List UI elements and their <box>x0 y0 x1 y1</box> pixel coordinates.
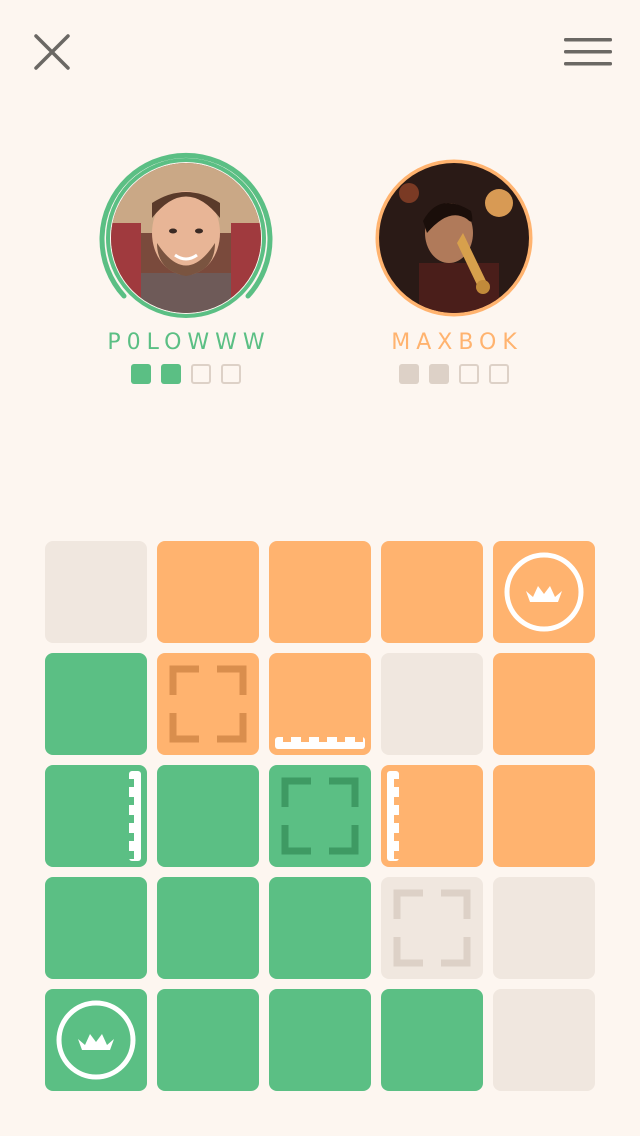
close-icon <box>34 34 70 70</box>
board-cell-green[interactable] <box>157 877 259 979</box>
player-2-score <box>354 364 554 384</box>
board-cell-neutral[interactable] <box>381 653 483 755</box>
cell-corners-icon <box>169 665 247 743</box>
score-box-filled <box>131 364 151 384</box>
board-cell-neutral[interactable] <box>45 541 147 643</box>
board-cell-green[interactable] <box>157 765 259 867</box>
board-cell-green[interactable] <box>269 765 371 867</box>
board-cell-green[interactable] <box>45 877 147 979</box>
board-cell-orange[interactable] <box>269 653 371 755</box>
board-cell-orange[interactable] <box>493 653 595 755</box>
player-card-2: MAXBOK <box>354 148 554 384</box>
player-1-name: P0LOWWW <box>107 330 271 355</box>
hamburger-menu-icon <box>564 38 612 66</box>
cell-edge-marker <box>275 737 365 749</box>
player-2-photo <box>379 163 529 313</box>
board-cell-orange[interactable] <box>381 765 483 867</box>
cell-corners-icon <box>281 777 359 855</box>
board-cell-neutral[interactable] <box>493 877 595 979</box>
score-box-filled <box>429 364 449 384</box>
board-cell-green[interactable] <box>381 989 483 1091</box>
board-cell-neutral[interactable] <box>493 989 595 1091</box>
crown-icon <box>504 552 584 632</box>
score-box-empty <box>459 364 479 384</box>
avatar[interactable] <box>111 163 261 313</box>
board-cell-green[interactable] <box>269 989 371 1091</box>
cell-edge-marker <box>387 771 399 861</box>
board-cell-green[interactable] <box>45 989 147 1091</box>
crown-icon <box>56 1000 136 1080</box>
player-card-1: P0LOWWW <box>86 148 286 384</box>
score-box-filled <box>399 364 419 384</box>
board-cell-neutral[interactable] <box>381 877 483 979</box>
score-box-filled <box>161 364 181 384</box>
avatar[interactable] <box>379 163 529 313</box>
player-1-photo <box>111 163 261 313</box>
game-board <box>45 541 595 1091</box>
board-cell-green[interactable] <box>45 765 147 867</box>
player-1-avatar-frame <box>96 148 276 328</box>
score-box-empty <box>191 364 211 384</box>
close-button[interactable] <box>28 28 76 76</box>
board-cell-green[interactable] <box>45 653 147 755</box>
cell-edge-marker <box>129 771 141 861</box>
board-cell-green[interactable] <box>269 877 371 979</box>
score-box-empty <box>221 364 241 384</box>
board-cell-orange[interactable] <box>381 541 483 643</box>
board-cell-green[interactable] <box>157 989 259 1091</box>
player-2-avatar-frame <box>364 148 544 328</box>
player-1-score <box>86 364 286 384</box>
board-cell-orange[interactable] <box>269 541 371 643</box>
board-cell-orange[interactable] <box>157 541 259 643</box>
board-cell-orange[interactable] <box>493 541 595 643</box>
cell-corners-icon <box>393 889 471 967</box>
player-2-name: MAXBOK <box>391 330 523 355</box>
board-cell-orange[interactable] <box>493 765 595 867</box>
score-box-empty <box>489 364 509 384</box>
board-cell-orange[interactable] <box>157 653 259 755</box>
menu-button[interactable] <box>560 34 616 70</box>
